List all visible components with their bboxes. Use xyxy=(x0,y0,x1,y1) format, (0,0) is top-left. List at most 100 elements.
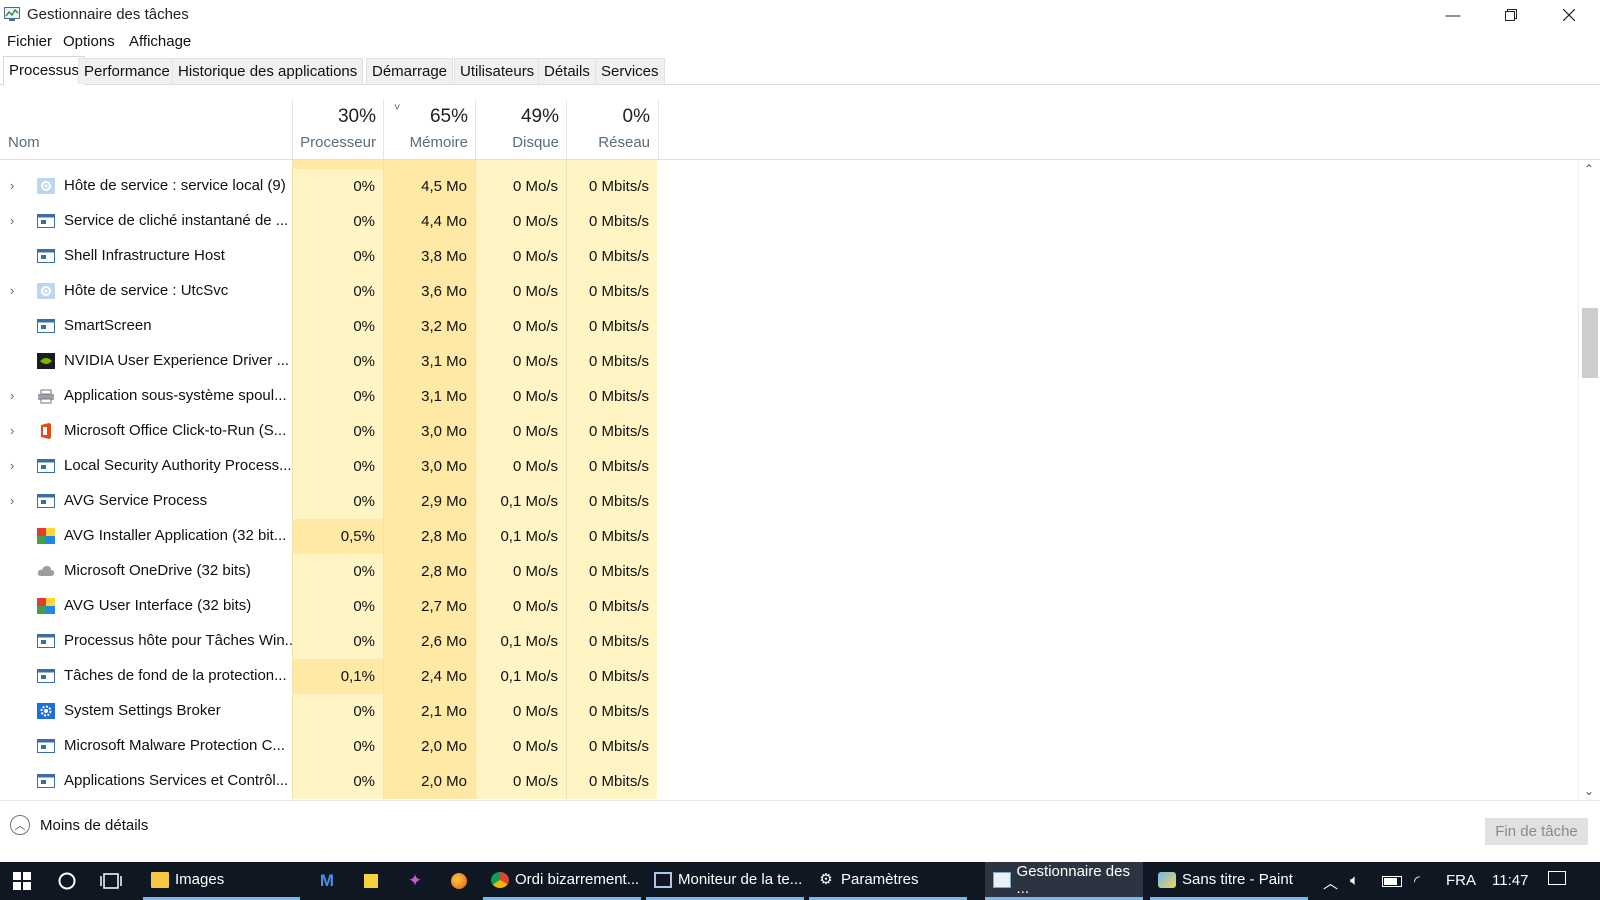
chevron-right-icon[interactable]: › xyxy=(10,423,14,438)
process-row[interactable]: Tâches de fond de la protection... 0,1% 2,… xyxy=(0,659,1578,694)
network-value: 0 Mbits/s xyxy=(566,309,657,344)
process-row[interactable]: › Microsoft Office Click-to-Run (S... 0% 3,… xyxy=(0,414,1578,449)
column-disk-header[interactable]: 49% Disque xyxy=(475,100,567,159)
taskbar-app-task-manager[interactable]: Gestionnaire des ... xyxy=(985,862,1143,900)
cpu-total: 30% xyxy=(337,106,376,127)
less-details-button[interactable]: ︿ Moins de détails xyxy=(10,813,148,837)
process-row[interactable]: NVIDIA User Experience Driver ... 0% 3,1 M… xyxy=(0,344,1578,379)
cpu-value: 0% xyxy=(292,309,383,344)
taskbar-app-chrome[interactable]: Ordi bizarrement... xyxy=(483,862,641,900)
window-app-icon xyxy=(37,493,55,509)
process-row[interactable]: Applications Services et Contrôl... 0% 2,0… xyxy=(0,764,1578,799)
process-row[interactable]: SmartScreen 0% 3,2 Mo 0 Mo/s 0 Mbits/s xyxy=(0,309,1578,344)
cpu-label: Processeur xyxy=(300,134,376,151)
taskbar-app-monitor[interactable]: Moniteur de la te... xyxy=(646,862,804,900)
process-row[interactable]: Microsoft OneDrive (32 bits) 0% 2,8 Mo 0 Mo… xyxy=(0,554,1578,589)
tab-historique[interactable]: Historique des applications xyxy=(172,58,364,84)
tab-details[interactable]: Détails xyxy=(538,58,596,84)
menu-affichage[interactable]: Affichage xyxy=(129,33,191,50)
disk-value: 0 Mo/s xyxy=(475,169,566,204)
taskbar-app-parametres[interactable]: ⚙ Paramètres xyxy=(809,862,967,900)
chevron-right-icon[interactable]: › xyxy=(10,283,14,298)
cpu-value: 0,1% xyxy=(292,659,383,694)
taskbar-pinned-game[interactable]: ✦ xyxy=(403,870,427,892)
chevron-right-icon[interactable]: › xyxy=(10,388,14,403)
tray-chevron-up-icon[interactable]: ︿ xyxy=(1323,872,1338,893)
process-name-cell: › AVG Service Process xyxy=(0,484,292,519)
process-name-cell: ›Hôte de service : appel de proc... xyxy=(0,160,292,169)
chevron-right-icon[interactable]: › xyxy=(10,493,14,508)
process-row[interactable]: › Local Security Authority Process... 0% 3,… xyxy=(0,449,1578,484)
battery-icon[interactable] xyxy=(1382,874,1402,891)
process-row[interactable]: Microsoft Malware Protection C... 0% 2,0 M… xyxy=(0,729,1578,764)
cloud-icon xyxy=(37,563,55,579)
column-cpu-header[interactable]: 30% Processeur xyxy=(292,100,384,159)
minimize-button[interactable]: — xyxy=(1424,0,1482,30)
chevron-right-icon[interactable]: › xyxy=(10,458,14,473)
process-name-cell: AVG User Interface (32 bits) xyxy=(0,589,292,624)
end-task-button[interactable]: Fin de tâche xyxy=(1485,818,1588,845)
process-name: NVIDIA User Experience Driver ... xyxy=(64,352,290,369)
scroll-up-icon[interactable]: ⌃ xyxy=(1584,162,1594,176)
process-row[interactable]: AVG Installer Application (32 bit... 0,5%… xyxy=(0,519,1578,554)
cpu-value: 0% xyxy=(292,169,383,204)
task-manager-icon xyxy=(993,871,1011,888)
process-row[interactable]: › Application sous-système spoul... 0% 3,1 … xyxy=(0,379,1578,414)
network-value: 0 Mbits/s xyxy=(566,379,657,414)
language-indicator[interactable]: FRA xyxy=(1446,872,1476,889)
tab-processus[interactable]: Processus xyxy=(3,56,86,85)
menu-fichier[interactable]: Fichier xyxy=(7,33,52,50)
network-value: 0 Mbits/s xyxy=(566,204,657,239)
start-button[interactable] xyxy=(10,870,34,892)
paint-icon xyxy=(1158,871,1176,888)
chevron-right-icon[interactable]: › xyxy=(10,213,14,228)
taskbar-app-images[interactable]: Images xyxy=(143,862,300,900)
tab-performance[interactable]: Performance xyxy=(78,58,176,84)
sort-descending-icon: ˅ xyxy=(394,102,401,114)
taskbar-app-paint[interactable]: Sans titre - Paint xyxy=(1150,862,1308,900)
process-row[interactable]: › Hôte de service : UtcSvc 0% 3,6 Mo 0 Mo/s 0… xyxy=(0,274,1578,309)
column-network-header[interactable]: 0% Réseau xyxy=(566,100,659,159)
column-name-header[interactable]: Nom xyxy=(8,134,40,151)
taskbar-pinned-mail[interactable]: M xyxy=(315,870,339,892)
network-value: 0 Mbits/s xyxy=(566,624,657,659)
close-button[interactable] xyxy=(1540,0,1598,30)
scrollbar-thumb[interactable] xyxy=(1582,308,1598,378)
window-app-icon xyxy=(37,668,55,684)
cpu-value: 0% xyxy=(292,414,383,449)
process-name-cell: › Application sous-système spoul... xyxy=(0,379,292,414)
volume-icon[interactable]: 🔈︎ xyxy=(1350,872,1359,889)
cortana-button[interactable] xyxy=(55,870,79,892)
process-row[interactable]: › Service de cliché instantané de ... 0% 4,… xyxy=(0,204,1578,239)
clock[interactable]: 11:47 xyxy=(1492,872,1528,889)
cpu-value: 0% xyxy=(292,484,383,519)
cpu-value: 0% xyxy=(292,764,383,799)
vertical-scrollbar[interactable]: ⌃ ⌄ xyxy=(1578,160,1600,800)
taskbar-app-label: Sans titre - Paint xyxy=(1182,871,1293,888)
chevron-right-icon[interactable]: › xyxy=(10,178,14,193)
disk-value: 0 Mo/s xyxy=(475,239,566,274)
process-row[interactable]: AVG User Interface (32 bits) 0% 2,7 Mo 0 Mo… xyxy=(0,589,1578,624)
process-name-cell: › Hôte de service : UtcSvc xyxy=(0,274,292,309)
process-row[interactable]: › Hôte de service : service local (9) 0% 4,… xyxy=(0,169,1578,204)
memory-value: 4,5 Mo xyxy=(383,169,475,204)
tab-services[interactable]: Services xyxy=(595,58,665,84)
tab-utilisateurs[interactable]: Utilisateurs xyxy=(454,58,541,84)
notifications-icon[interactable] xyxy=(1548,871,1566,889)
process-row[interactable]: Processus hôte pour Tâches Win... 0% 2,6 M… xyxy=(0,624,1578,659)
menu-options[interactable]: Options xyxy=(63,33,115,50)
avg-icon xyxy=(37,598,55,614)
taskbar-pinned-firefox[interactable] xyxy=(447,870,471,892)
tab-demarrage[interactable]: Démarrage xyxy=(366,58,454,84)
task-view-button[interactable] xyxy=(99,870,123,892)
process-name: Hôte de service : UtcSvc xyxy=(64,282,229,299)
process-row[interactable]: Shell Infrastructure Host 0% 3,8 Mo 0 Mo/s 0… xyxy=(0,239,1578,274)
process-row[interactable]: System Settings Broker 0% 2,1 Mo 0 Mo/s 0 Mb… xyxy=(0,694,1578,729)
process-name: Hôte de service : service local (9) xyxy=(64,177,286,194)
restore-button[interactable] xyxy=(1482,0,1540,30)
process-row[interactable]: › AVG Service Process 0% 2,9 Mo 0,1 Mo/s 0 Mb… xyxy=(0,484,1578,519)
taskbar-pinned-notes[interactable] xyxy=(359,870,383,892)
scroll-down-icon[interactable]: ⌄ xyxy=(1584,784,1594,798)
process-row-partial[interactable]: ›Hôte de service : appel de proc...0,1%1… xyxy=(0,160,1578,169)
wifi-icon[interactable]: ◜ xyxy=(1414,872,1420,890)
